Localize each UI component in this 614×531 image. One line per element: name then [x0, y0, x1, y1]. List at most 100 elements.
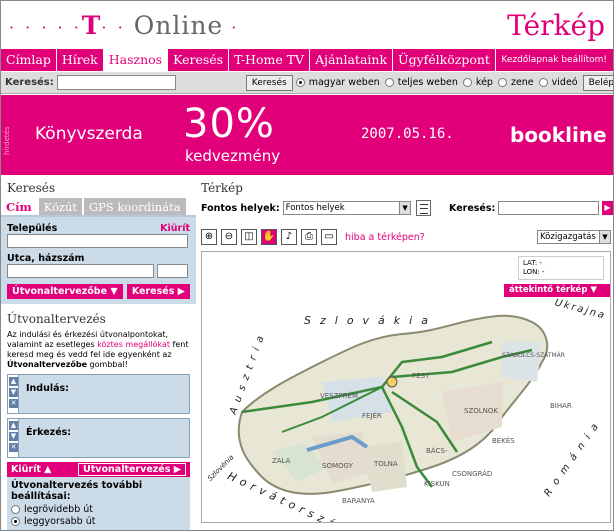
map-label-bekes: BÉKÉS	[492, 437, 515, 445]
move-up-icon[interactable]: ▲	[9, 377, 18, 386]
print-icon[interactable]: ⎙	[301, 229, 317, 245]
radio-teljes-weben[interactable]: teljes weben	[384, 77, 458, 88]
help-bold: Útvonaltervezőbe	[7, 360, 88, 369]
overview-map-icon[interactable]: ◫	[241, 229, 257, 245]
nav-item-kereses[interactable]: Keresés	[168, 49, 230, 71]
poi-label: Fontos helyek:	[201, 202, 280, 214]
route-planner: Útvonaltervezés Az indulási és érkezési …	[1, 304, 196, 530]
set-homepage-link[interactable]: Kezdőlapnak beállítom!	[501, 55, 613, 65]
longitude-readout: LON: -	[523, 268, 545, 276]
end-slot[interactable]: ▲ ▼ ✕ Érkezés:	[7, 418, 190, 458]
list-icon[interactable]	[416, 200, 431, 216]
route-planner-title: Útvonaltervezés	[7, 312, 106, 326]
map-label-slovakia: Szlovákia	[304, 314, 437, 327]
radio-dot	[497, 78, 507, 87]
remove-icon[interactable]: ✕	[9, 399, 18, 408]
latitude-readout: LAT: -	[523, 259, 542, 267]
ad-banner[interactable]: hirdetés Könyvszerda 30% kedvezmény 2007…	[1, 95, 613, 175]
nav-item-ugyfelkozpont[interactable]: Ügyfélközpont	[393, 49, 496, 71]
clear-link[interactable]: Kiürít	[160, 223, 190, 234]
banner-discount-label: kedvezmény	[185, 147, 281, 165]
radio-dot	[11, 517, 20, 526]
logo-dots: · · · · ·	[9, 18, 82, 37]
nav-item-ajanlataink[interactable]: Ajánlataink	[310, 49, 394, 71]
route-options-title: Útvonaltervezés további beállításai:	[11, 480, 143, 502]
t-online-logo[interactable]: · · · · ·T· · Online ·	[9, 11, 239, 40]
bookline-logo: bookline	[510, 123, 607, 147]
search-section-title: Keresés	[7, 181, 55, 195]
poi-select[interactable]: Fontos helyek ▼	[282, 201, 412, 215]
tab-gps[interactable]: GPS koordináta	[84, 198, 186, 215]
overview-map-toggle[interactable]: áttekintő térkép ▼	[504, 284, 610, 297]
search-label: Keresés:	[5, 77, 54, 88]
layer-select[interactable]: Közigazgatás ▼	[537, 230, 611, 244]
nav-item-thome-tv[interactable]: T-Home TV	[229, 49, 311, 71]
clear-route-button[interactable]: Kiürít ▲	[11, 464, 51, 475]
waypoints-link[interactable]: köztes megállókat	[97, 340, 170, 349]
map-search-input[interactable]	[498, 201, 599, 215]
radio-kep[interactable]: kép	[462, 77, 493, 88]
radio-label: videó	[551, 77, 578, 88]
map-canvas[interactable]: Szlovákia Ukrajna Ausztria Románia Horvá…	[201, 251, 611, 523]
login-button[interactable]: Belépés	[582, 74, 613, 91]
nav-item-hirek[interactable]: Hírek	[57, 49, 104, 71]
move-down-icon[interactable]: ▼	[9, 388, 18, 397]
option-fastest[interactable]: leggyorsabb út	[11, 516, 186, 527]
planner-actions: Kiürít ▲ Útvonaltervezés ▶	[7, 462, 190, 477]
slot-controls: ▲ ▼ ✕	[8, 375, 19, 413]
plan-route-button[interactable]: Útvonaltervezés ▶	[78, 463, 186, 476]
pan-hand-icon[interactable]: ✋	[261, 229, 277, 245]
map-label-baranya: BARANYA	[342, 497, 375, 505]
map-label-kiskun: KISKUN	[424, 480, 450, 488]
layer-select-value: Közigazgatás	[540, 232, 596, 242]
measure-icon[interactable]: ♪	[281, 229, 297, 245]
nav-item-hasznos[interactable]: Hasznos	[103, 49, 169, 71]
map-label-bacs: BÁCS-	[426, 447, 448, 455]
left-panel: Keresés Cím Közút GPS koordináta Települ…	[1, 177, 196, 530]
report-map-error-link[interactable]: hiba a térképen?	[345, 232, 425, 243]
map-search-go-icon[interactable]: ▶	[601, 201, 613, 215]
nav-item-cimlap[interactable]: Címlap	[1, 49, 57, 71]
option-label: legrövidebb út	[24, 504, 93, 515]
remove-icon[interactable]: ✕	[9, 443, 18, 452]
radio-magyar-weben[interactable]: magyar weben	[295, 77, 380, 88]
map-section-title: Térkép	[201, 181, 243, 195]
search-input[interactable]	[56, 75, 176, 90]
map-label-csongrad: CSONGRÁD	[452, 470, 493, 478]
radio-dot	[462, 78, 472, 87]
map-label-pest: PEST	[412, 372, 430, 380]
map-label-szolnok: SZOLNOK	[464, 407, 498, 415]
route-options: Útvonaltervezés további beállításai: leg…	[7, 477, 190, 530]
link-icon[interactable]: ▭	[321, 229, 337, 245]
radio-video[interactable]: videó	[538, 77, 578, 88]
slot-controls: ▲ ▼ ✕	[8, 419, 19, 457]
page: · · · · ·T· · Online · Térkép Címlap Hír…	[0, 0, 614, 531]
tab-cim[interactable]: Cím	[1, 198, 37, 215]
tab-kozut[interactable]: Közút	[38, 198, 82, 215]
map-label-veszprem: VESZPRÉM	[320, 392, 358, 400]
start-slot[interactable]: ▲ ▼ ✕ Indulás:	[7, 374, 190, 414]
move-up-icon[interactable]: ▲	[9, 421, 18, 430]
add-to-planner-button[interactable]: Útvonaltervezőbe ▼	[7, 284, 123, 299]
option-label: leggyorsabb út	[24, 516, 96, 527]
house-number-input[interactable]	[157, 264, 188, 278]
city-input[interactable]	[7, 234, 188, 248]
ad-label: hirdetés	[3, 126, 11, 155]
map-label-fejer: FEJÉR	[362, 412, 382, 420]
move-down-icon[interactable]: ▼	[9, 432, 18, 441]
header: · · · · ·T· · Online · Térkép	[1, 1, 613, 49]
option-shortest[interactable]: legrövidebb út	[11, 504, 186, 515]
map-search-label: Keresés:	[449, 202, 496, 214]
street-input[interactable]	[7, 264, 154, 278]
banner-date: 2007.05.16.	[361, 126, 454, 142]
radio-label: teljes weben	[397, 77, 458, 88]
radio-zene[interactable]: zene	[497, 77, 534, 88]
zoom-in-icon[interactable]: ⊕	[201, 229, 217, 245]
budapest-marker	[386, 376, 398, 388]
search-button[interactable]: Keresés	[245, 74, 293, 91]
main-nav: Címlap Hírek Hasznos Keresés T-Home TV A…	[1, 49, 613, 71]
zoom-out-icon[interactable]: ⊖	[221, 229, 237, 245]
address-search-button[interactable]: Keresés ▶	[126, 284, 190, 299]
street-label: Utca, házszám	[7, 253, 85, 264]
map-label-szabolcs: SZABOLCS-SZATMÁR	[502, 352, 565, 359]
